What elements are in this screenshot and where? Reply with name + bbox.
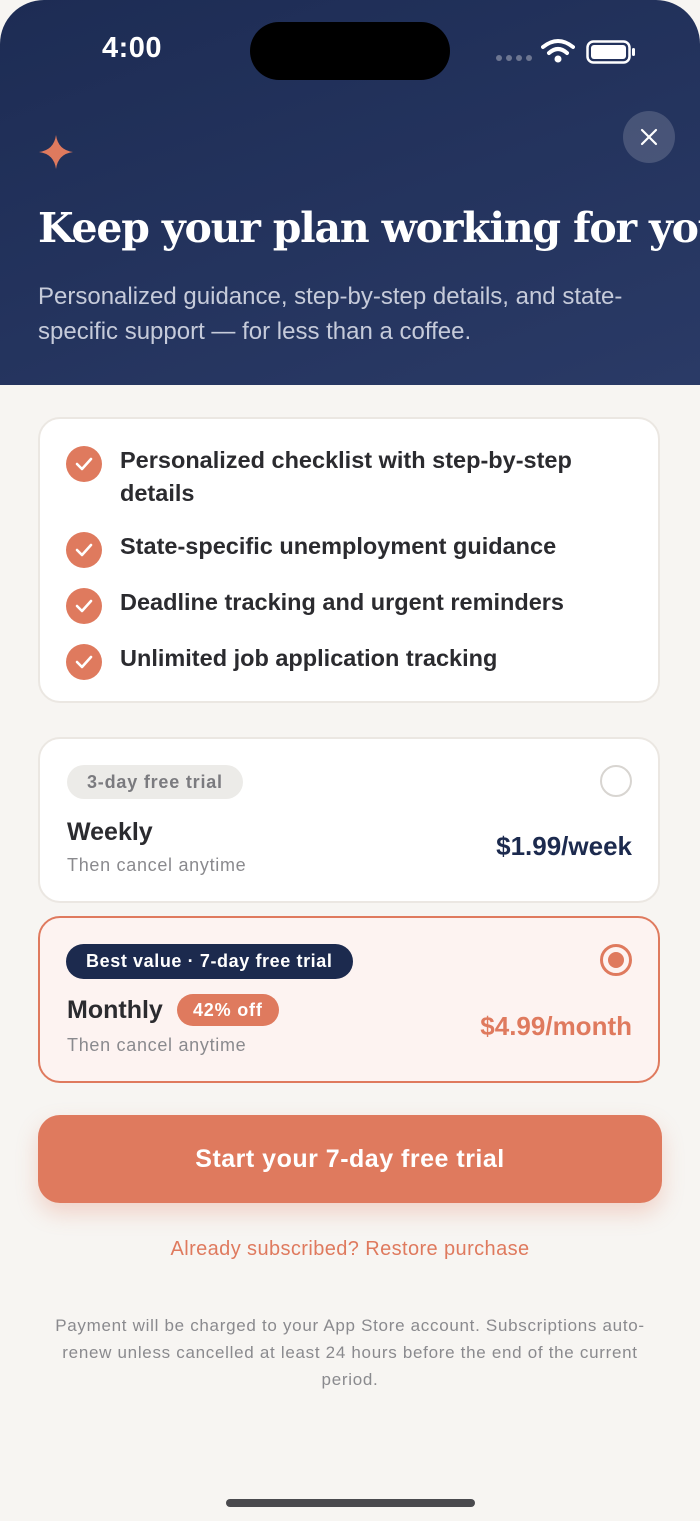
- sparkle-icon: [39, 135, 73, 169]
- discount-badge: 42% off: [177, 994, 279, 1026]
- home-indicator[interactable]: [226, 1499, 475, 1507]
- feature-list: Personalized checklist with step-by-step…: [38, 417, 660, 703]
- plan-note: Then cancel anytime: [67, 1035, 247, 1055]
- battery-icon: [586, 40, 635, 64]
- feature-label: Unlimited job application tracking: [120, 645, 498, 671]
- close-icon: [640, 128, 658, 146]
- best-value-badge: Best value · 7-day free trial: [66, 944, 353, 979]
- restore-purchase-link[interactable]: Already subscribed? Restore purchase: [0, 1238, 700, 1261]
- plan-note: Then cancel anytime: [67, 855, 247, 875]
- checkmark-icon: [66, 532, 102, 568]
- radio-selected[interactable]: [600, 944, 632, 976]
- checkmark-icon: [66, 446, 102, 482]
- dynamic-island: [250, 22, 450, 80]
- list-item: Unlimited job application tracking: [66, 644, 600, 680]
- radio-dot: [608, 952, 624, 968]
- page-subtitle: Personalized guidance, step-by-step deta…: [38, 283, 623, 345]
- feature-label: State-specific unemployment guidance: [120, 533, 557, 559]
- plan-price: $1.99/week: [496, 831, 632, 861]
- checkmark-icon: [66, 588, 102, 624]
- wifi-icon: [541, 39, 575, 63]
- page-title: Keep your plan working for you: [38, 204, 700, 252]
- trial-badge: 3-day free trial: [67, 765, 243, 799]
- feature-label: Personalized checklist with step-by-step…: [120, 447, 572, 506]
- start-trial-button[interactable]: Start your 7-day free trial: [38, 1115, 662, 1203]
- plan-name: Weekly: [67, 818, 153, 846]
- plan-name: Monthly: [67, 996, 163, 1024]
- plan-price: $4.99/month: [480, 1011, 632, 1041]
- feature-label: Deadline tracking and urgent reminders: [120, 589, 564, 615]
- list-item: Personalized checklist with step-by-step…: [66, 446, 600, 510]
- plan-option-weekly[interactable]: 3-day free trial Weekly Then cancel anyt…: [38, 737, 660, 903]
- checkmark-icon: [66, 644, 102, 680]
- paywall-header: 4:00 Keep your plan working for you Pers…: [0, 0, 700, 385]
- plan-option-monthly[interactable]: Best value · 7-day free trial Monthly 42…: [38, 916, 660, 1083]
- list-item: State-specific unemployment guidance: [66, 532, 600, 568]
- status-time: 4:00: [102, 32, 163, 64]
- cellular-signal-icon: [496, 55, 532, 61]
- legal-text: Payment will be charged to your App Stor…: [55, 1316, 645, 1389]
- close-button[interactable]: [623, 111, 675, 163]
- list-item: Deadline tracking and urgent reminders: [66, 588, 600, 624]
- radio-unselected[interactable]: [600, 765, 632, 797]
